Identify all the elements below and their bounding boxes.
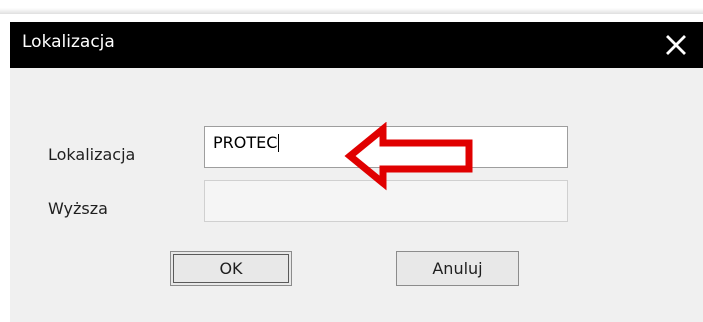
window-title: Lokalizacja	[22, 32, 115, 52]
wyzsza-input	[204, 180, 568, 222]
lokalizacja-dialog: Lokalizacja Lokalizacja PROTEC Wyższa OK…	[10, 22, 703, 322]
screenshot-stage: Lokalizacja Lokalizacja PROTEC Wyższa OK…	[0, 0, 703, 322]
close-icon	[665, 34, 687, 56]
top-strip	[0, 0, 703, 14]
text-caret	[278, 134, 280, 152]
close-button[interactable]	[648, 22, 703, 68]
title-bar[interactable]: Lokalizacja	[10, 22, 703, 68]
wyzsza-label: Wyższa	[48, 199, 108, 218]
lokalizacja-input[interactable]: PROTEC	[204, 126, 568, 168]
lokalizacja-label: Lokalizacja	[48, 145, 136, 164]
ok-button[interactable]: OK	[170, 251, 292, 286]
ok-button-label: OK	[219, 259, 243, 278]
cancel-button[interactable]: Anuluj	[396, 251, 519, 286]
lokalizacja-input-value: PROTEC	[213, 133, 278, 152]
cancel-button-label: Anuluj	[432, 259, 483, 278]
